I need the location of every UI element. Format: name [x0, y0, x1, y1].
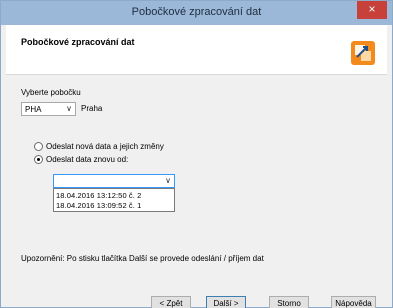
resend-from-combo[interactable]: ∨	[53, 174, 175, 188]
title-bar[interactable]: Pobočkové zpracování dat ×	[1, 1, 392, 25]
branch-select-value: PHA	[25, 105, 42, 114]
wizard-icon	[351, 41, 375, 65]
branch-name: Praha	[81, 104, 103, 113]
page-title: Pobočkové zpracování dat	[21, 37, 135, 47]
list-item[interactable]: 18.04.2016 13:12:50 č. 2	[56, 191, 141, 200]
notice-text: Upozornění: Po stisku tlačítka Další se …	[21, 254, 264, 263]
chevron-down-icon: ∨	[165, 176, 171, 185]
cancel-button[interactable]: Storno	[269, 296, 309, 308]
resend-dropdown-list: 18.04.2016 13:12:50 č. 2 18.04.2016 13:0…	[53, 188, 175, 212]
list-item[interactable]: 18.04.2016 13:09:52 č. 1	[56, 201, 141, 210]
next-button[interactable]: Další >	[206, 296, 246, 308]
radio-circle-checked[interactable]	[34, 155, 43, 164]
close-button[interactable]: ×	[357, 1, 387, 19]
window-title: Pobočkové zpracování dat	[131, 6, 262, 18]
radio-circle[interactable]	[34, 142, 43, 151]
branch-select[interactable]: PHA ∨	[21, 102, 76, 116]
radio-resend-label: Odeslat data znovu od:	[46, 155, 129, 164]
chevron-down-icon: ∨	[66, 104, 72, 113]
help-button[interactable]: Nápověda	[331, 296, 376, 308]
wizard-header: Pobočkové zpracování dat	[6, 25, 387, 75]
back-button[interactable]: < Zpět	[151, 296, 191, 308]
wizard-content: Vyberte pobočku PHA ∨ Praha Odeslat nová…	[6, 76, 387, 273]
branch-label: Vyberte pobočku	[21, 88, 81, 97]
radio-send-new-label: Odeslat nová data a jejich změny	[46, 142, 164, 151]
wizard-window: Pobočkové zpracování dat × Pobočkové zpr…	[0, 0, 393, 308]
